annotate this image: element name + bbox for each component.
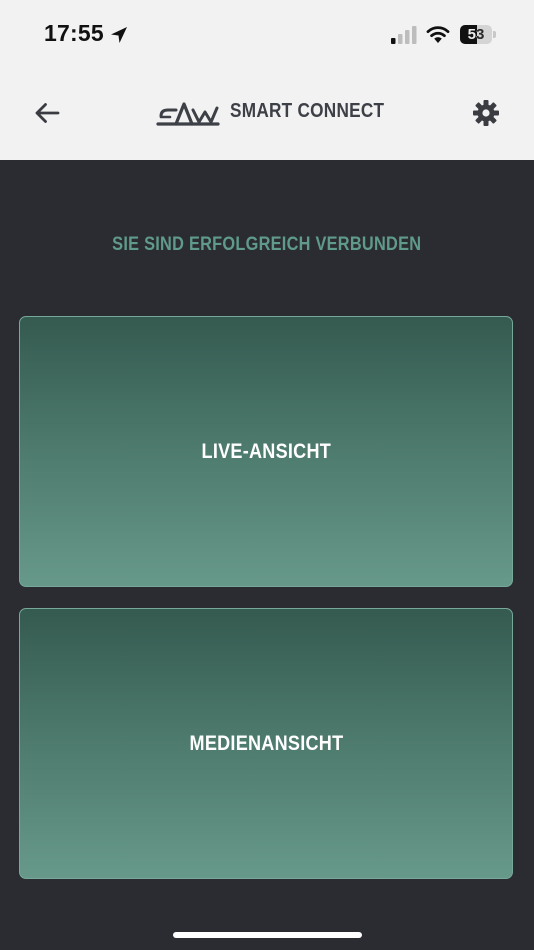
media-view-label: MEDIENANSICHT — [189, 731, 343, 755]
settings-button[interactable] — [471, 98, 501, 128]
cellular-signal-icon — [391, 26, 417, 44]
arrow-left-icon — [35, 103, 60, 123]
connection-status-text: SIE SIND ERFOLGREICH VERBUNDEN — [112, 234, 422, 255]
app-title: SMART CONNECT — [230, 100, 385, 122]
battery-percentage: 53 — [467, 26, 485, 43]
location-arrow-icon — [111, 27, 127, 43]
status-time: 17:55 — [44, 20, 104, 46]
gear-icon — [473, 100, 499, 126]
battery-icon: 53 — [460, 25, 492, 44]
live-view-label-wrap: LIVE-ANSICHT — [20, 317, 512, 586]
home-indicator — [173, 932, 362, 938]
media-view-label-wrap: MEDIENANSICHT — [20, 609, 512, 878]
brand-logo-icon — [156, 102, 220, 126]
app-header: SMART CONNECT — [0, 66, 534, 160]
status-bar: 17:55 53 — [0, 0, 534, 66]
wifi-icon — [426, 26, 450, 43]
live-view-label: LIVE-ANSICHT — [201, 439, 331, 463]
connection-status-message: SIE SIND ERFOLGREICH VERBUNDEN — [0, 234, 534, 256]
media-view-button[interactable]: MEDIENANSICHT — [19, 608, 513, 879]
live-view-button[interactable]: LIVE-ANSICHT — [19, 316, 513, 587]
back-button[interactable] — [30, 96, 64, 130]
battery-cap — [493, 31, 496, 38]
